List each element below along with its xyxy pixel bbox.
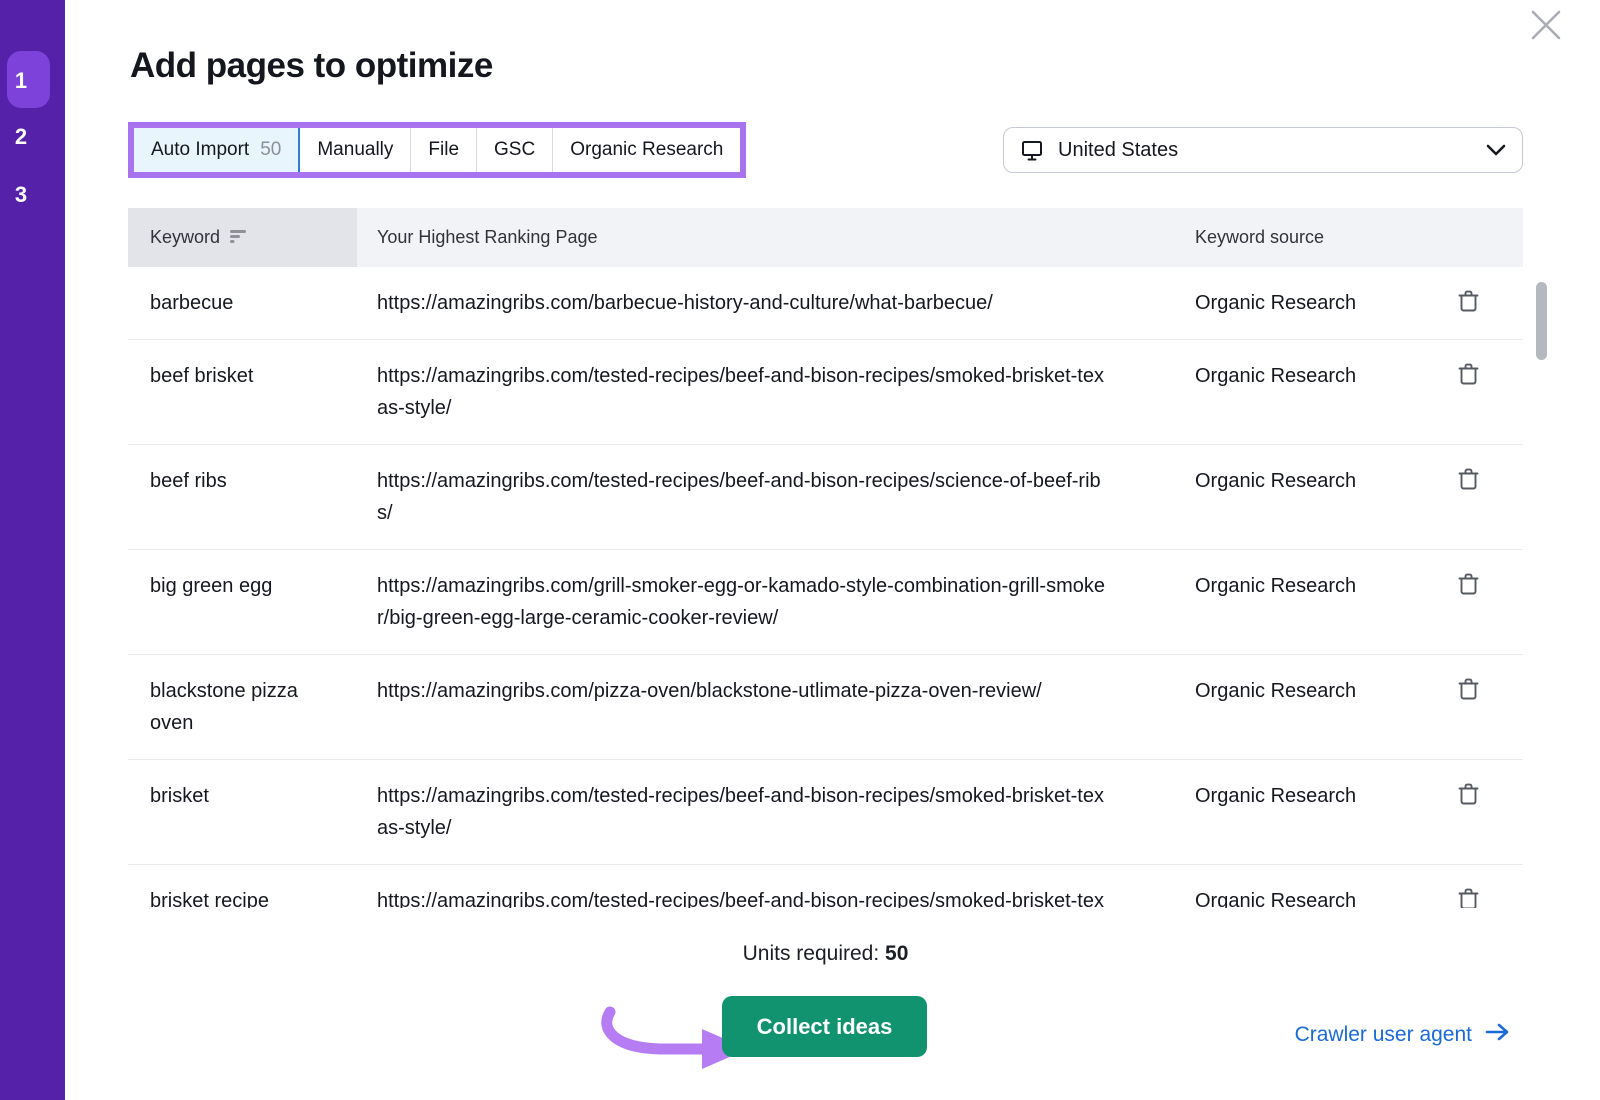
table-row: blackstone pizza oven https://amazingrib… [128, 655, 1523, 760]
crawler-link-label: Crawler user agent [1295, 1023, 1472, 1047]
country-selector[interactable]: United States [1003, 127, 1523, 173]
tabs-annotation-outline: Auto Import 50 Manually File GSC Organic… [128, 122, 746, 178]
table-row: beef ribs https://amazingribs.com/tested… [128, 445, 1523, 550]
tab-label: Organic Research [570, 139, 723, 161]
tab-manually[interactable]: Manually [300, 128, 411, 172]
keyword-cell: barbecue [128, 267, 357, 339]
trash-icon [1458, 289, 1479, 316]
sort-icon [230, 227, 247, 248]
source-cell: Organic Research [1160, 445, 1440, 549]
tab-gsc[interactable]: GSC [477, 128, 553, 172]
delete-row-button[interactable] [1458, 467, 1479, 494]
page-title: Add pages to optimize [130, 46, 493, 86]
units-required: Units required: 50 [128, 942, 1523, 966]
delete-row-button[interactable] [1458, 289, 1479, 316]
units-required-label: Units required: [743, 942, 880, 965]
stepper-sidebar: 1 2 3 [0, 0, 65, 1100]
source-cell: Organic Research [1160, 267, 1440, 339]
close-icon [1529, 30, 1563, 45]
tab-count-badge: 50 [260, 139, 281, 161]
keyword-cell: brisket recipe [128, 865, 357, 908]
trash-icon [1458, 782, 1479, 809]
trash-icon [1458, 572, 1479, 599]
table-row: barbecue https://amazingribs.com/barbecu… [128, 267, 1523, 340]
units-required-value: 50 [885, 942, 908, 965]
delete-row-button[interactable] [1458, 782, 1479, 809]
trash-icon [1458, 887, 1479, 908]
keyword-header-label: Keyword [150, 227, 220, 248]
step-1[interactable]: 1 [6, 68, 36, 94]
tab-label: File [428, 139, 459, 161]
url-cell: https://amazingribs.com/tested-recipes/b… [357, 760, 1160, 864]
delete-row-button[interactable] [1458, 572, 1479, 599]
keyword-cell: brisket [128, 760, 357, 864]
country-value: United States [1058, 139, 1178, 162]
keyword-cell: beef brisket [128, 340, 357, 444]
tab-organic-research[interactable]: Organic Research [553, 128, 740, 172]
arrow-right-icon [1485, 1022, 1510, 1048]
source-cell: Organic Research [1160, 655, 1440, 759]
table-row: brisket recipe https://amazingribs.com/t… [128, 865, 1523, 908]
source-cell: Organic Research [1160, 340, 1440, 444]
keyword-cell: beef ribs [128, 445, 357, 549]
url-cell: https://amazingribs.com/barbecue-history… [357, 267, 1160, 339]
source-cell: Organic Research [1160, 550, 1440, 654]
table-row: big green egg https://amazingribs.com/gr… [128, 550, 1523, 655]
url-cell: https://amazingribs.com/tested-recipes/b… [357, 445, 1160, 549]
keyword-cell: blackstone pizza oven [128, 655, 357, 759]
source-column-header: Keyword source [1160, 208, 1440, 267]
table-row: brisket https://amazingribs.com/tested-r… [128, 760, 1523, 865]
chevron-down-icon [1486, 144, 1506, 156]
monitor-icon [1020, 138, 1044, 162]
url-cell: https://amazingribs.com/grill-smoker-egg… [357, 550, 1160, 654]
tab-label: GSC [494, 139, 535, 161]
trash-icon [1458, 677, 1479, 704]
trash-icon [1458, 467, 1479, 494]
tab-label: Manually [317, 139, 393, 161]
delete-row-button[interactable] [1458, 887, 1479, 908]
page-column-header: Your Highest Ranking Page [357, 208, 1160, 267]
source-cell: Organic Research [1160, 760, 1440, 864]
collect-ideas-button[interactable]: Collect ideas [722, 996, 927, 1057]
step-2[interactable]: 2 [6, 124, 36, 150]
url-cell: https://amazingribs.com/tested-recipes/b… [357, 340, 1160, 444]
keyword-column-header[interactable]: Keyword [128, 208, 357, 267]
trash-icon [1458, 362, 1479, 389]
keyword-cell: big green egg [128, 550, 357, 654]
url-cell: https://amazingribs.com/pizza-oven/black… [357, 655, 1160, 759]
tab-label: Auto Import [151, 139, 249, 161]
url-cell: https://amazingribs.com/tested-recipes/b… [357, 865, 1160, 908]
crawler-user-agent-link[interactable]: Crawler user agent [1295, 1022, 1510, 1048]
close-button[interactable] [1526, 6, 1566, 46]
table-row: beef brisket https://amazingribs.com/tes… [128, 340, 1523, 445]
delete-row-button[interactable] [1458, 362, 1479, 389]
delete-row-button[interactable] [1458, 677, 1479, 704]
source-cell: Organic Research [1160, 865, 1440, 908]
tab-file[interactable]: File [411, 128, 477, 172]
keywords-table: Keyword Your Highest Ranking Page Keywor… [128, 208, 1523, 908]
table-scrollbar[interactable] [1536, 282, 1547, 360]
tab-auto-import[interactable]: Auto Import 50 [134, 128, 300, 172]
table-header: Keyword Your Highest Ranking Page Keywor… [128, 208, 1523, 267]
step-3[interactable]: 3 [6, 182, 36, 208]
add-pages-modal: 1 2 3 Add pages to optimize Auto Import … [0, 0, 1600, 1100]
